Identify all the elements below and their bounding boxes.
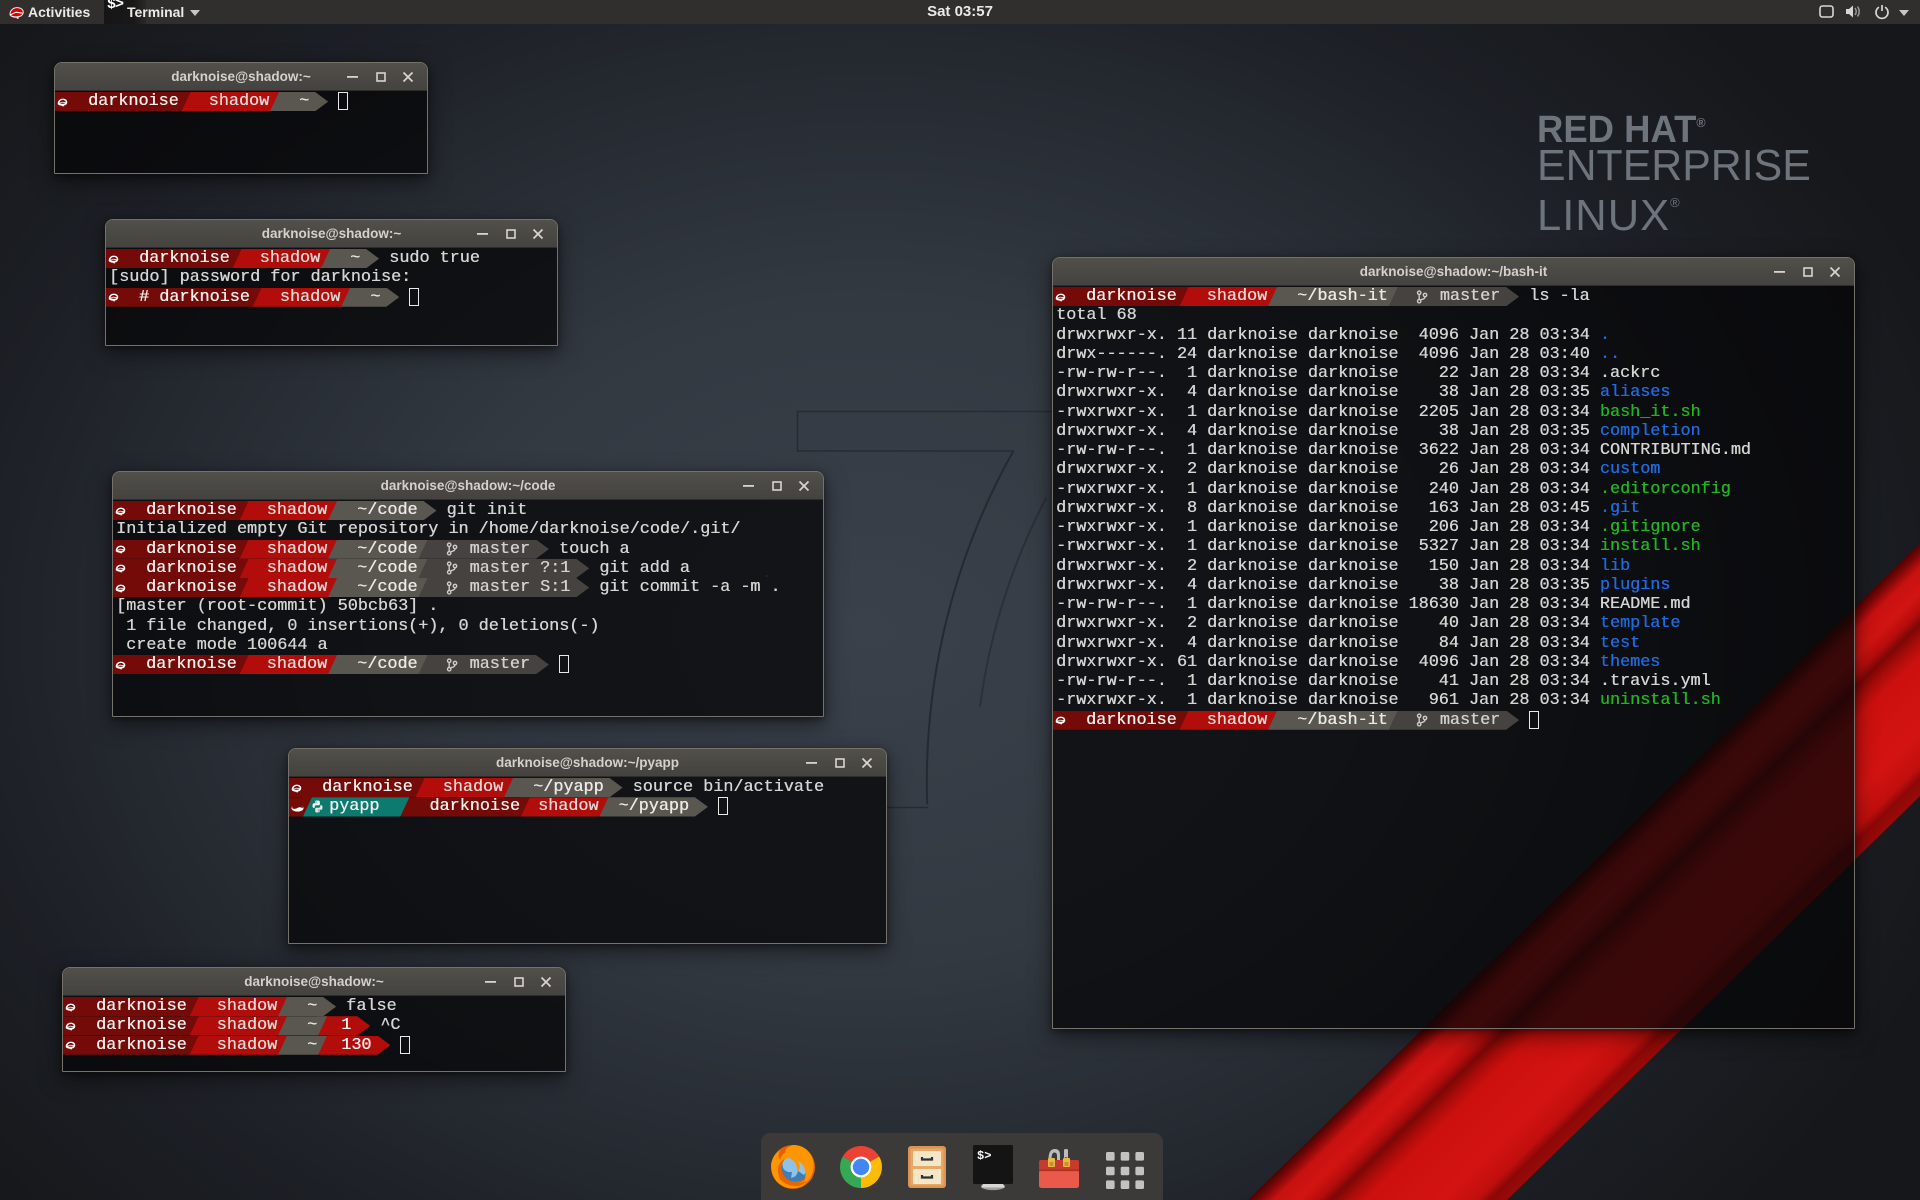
svg-text:$>: $> xyxy=(977,1149,991,1163)
